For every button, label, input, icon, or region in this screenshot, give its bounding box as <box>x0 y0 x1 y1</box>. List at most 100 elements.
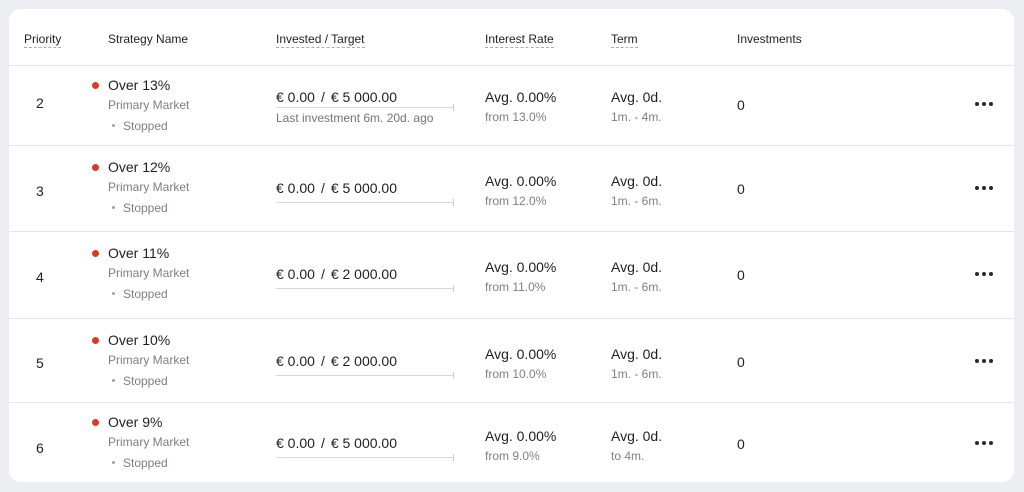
strategy-name[interactable]: Over 9% <box>108 414 162 430</box>
term-avg: Avg. 0d. <box>611 259 663 275</box>
invested-target: € 0.00 / € 5 000.00 <box>276 180 397 196</box>
strategy-market: Primary Market <box>108 266 190 280</box>
interest-rate-avg: Avg. 0.00% <box>485 346 557 362</box>
status-dot <box>92 164 99 171</box>
interest-rate-from: from 10.0% <box>485 367 547 381</box>
interest-rate-avg: Avg. 0.00% <box>485 259 557 275</box>
strategy-status: Stopped <box>112 287 168 301</box>
invested-amount: € 0.00 <box>276 180 315 196</box>
table-row[interactable]: 4 Over 11% Primary Market Stopped € 0.00… <box>9 232 1014 319</box>
strategy-status: Stopped <box>112 201 168 215</box>
column-header-interest-rate[interactable]: Interest Rate <box>485 32 554 48</box>
strategy-status: Stopped <box>112 119 168 133</box>
interest-rate-avg: Avg. 0.00% <box>485 89 557 105</box>
investments-count: 0 <box>737 354 745 370</box>
term-range: 1m. - 6m. <box>611 280 662 294</box>
column-header-term[interactable]: Term <box>611 32 638 48</box>
investments-count: 0 <box>737 267 745 283</box>
investments-count: 0 <box>737 97 745 113</box>
table-row[interactable]: 3 Over 12% Primary Market Stopped € 0.00… <box>9 146 1014 232</box>
status-text: Stopped <box>123 287 168 301</box>
strategy-status: Stopped <box>112 456 168 470</box>
term-avg: Avg. 0d. <box>611 428 663 444</box>
column-header-investments: Investments <box>737 32 802 46</box>
invested-target: € 0.00 / € 2 000.00 <box>276 353 397 369</box>
priority-value: 2 <box>36 95 44 111</box>
status-dot <box>92 250 99 257</box>
priority-value: 3 <box>36 183 44 199</box>
term-range: to 4m. <box>611 449 645 463</box>
column-header-invested-target[interactable]: Invested / Target <box>276 32 365 48</box>
status-text: Stopped <box>123 374 168 388</box>
strategy-status: Stopped <box>112 374 168 388</box>
amount-separator: / <box>320 89 325 105</box>
status-bullet <box>112 292 115 296</box>
amount-separator: / <box>320 435 325 451</box>
interest-rate-from: from 13.0% <box>485 110 547 124</box>
term-range: 1m. - 4m. <box>611 110 662 124</box>
status-text: Stopped <box>123 119 168 133</box>
strategy-name[interactable]: Over 12% <box>108 159 170 175</box>
target-amount: € 5 000.00 <box>330 180 397 196</box>
column-header-priority[interactable]: Priority <box>24 32 62 48</box>
term-avg: Avg. 0d. <box>611 89 663 105</box>
interest-rate-from: from 11.0% <box>485 280 546 294</box>
invested-target: € 0.00 / € 5 000.00 <box>276 89 397 105</box>
strategy-market: Primary Market <box>108 180 190 194</box>
table-header: Priority Strategy Name Invested / Target… <box>9 9 1014 66</box>
term-range: 1m. - 6m. <box>611 367 662 381</box>
progress-bar <box>276 454 454 461</box>
invested-amount: € 0.00 <box>276 266 315 282</box>
strategy-market: Primary Market <box>108 98 190 112</box>
priority-value: 4 <box>36 269 44 285</box>
invested-target: € 0.00 / € 5 000.00 <box>276 435 397 451</box>
status-bullet <box>112 124 115 128</box>
amount-separator: / <box>320 353 325 369</box>
target-amount: € 2 000.00 <box>330 353 397 369</box>
status-bullet <box>112 206 115 210</box>
strategy-market: Primary Market <box>108 353 190 367</box>
more-horizontal-icon[interactable] <box>975 268 995 280</box>
investments-count: 0 <box>737 181 745 197</box>
invested-amount: € 0.00 <box>276 353 315 369</box>
more-horizontal-icon[interactable] <box>975 437 995 449</box>
status-text: Stopped <box>123 201 168 215</box>
strategy-market: Primary Market <box>108 435 190 449</box>
more-horizontal-icon[interactable] <box>975 98 995 110</box>
interest-rate-avg: Avg. 0.00% <box>485 173 557 189</box>
term-avg: Avg. 0d. <box>611 173 663 189</box>
amount-separator: / <box>320 180 325 196</box>
status-dot <box>92 82 99 89</box>
strategy-name[interactable]: Over 11% <box>108 245 169 261</box>
strategy-name[interactable]: Over 10% <box>108 332 170 348</box>
interest-rate-from: from 9.0% <box>485 449 540 463</box>
status-bullet <box>112 461 115 465</box>
progress-bar <box>276 104 454 111</box>
interest-rate-from: from 12.0% <box>485 194 547 208</box>
interest-rate-avg: Avg. 0.00% <box>485 428 557 444</box>
investments-count: 0 <box>737 436 745 452</box>
column-header-strategy-name: Strategy Name <box>108 32 189 46</box>
priority-value: 6 <box>36 440 44 456</box>
term-avg: Avg. 0d. <box>611 346 663 362</box>
strategy-name[interactable]: Over 13% <box>108 77 170 93</box>
more-horizontal-icon[interactable] <box>975 355 995 367</box>
status-dot <box>92 419 99 426</box>
target-amount: € 2 000.00 <box>330 266 397 282</box>
invested-target: € 0.00 / € 2 000.00 <box>276 266 397 282</box>
priority-value: 5 <box>36 355 44 371</box>
target-amount: € 5 000.00 <box>330 89 397 105</box>
target-amount: € 5 000.00 <box>330 435 397 451</box>
table-row[interactable]: 6 Over 9% Primary Market Stopped € 0.00 /… <box>9 403 1014 482</box>
more-horizontal-icon[interactable] <box>975 182 995 194</box>
status-text: Stopped <box>123 456 168 470</box>
progress-bar <box>276 372 454 379</box>
table-row[interactable]: 5 Over 10% Primary Market Stopped € 0.00… <box>9 319 1014 403</box>
strategies-table: Priority Strategy Name Invested / Target… <box>9 9 1014 482</box>
term-range: 1m. - 6m. <box>611 194 662 208</box>
table-row[interactable]: 2 Over 13% Primary Market Stopped € 0.00… <box>9 66 1014 146</box>
status-dot <box>92 337 99 344</box>
last-investment: Last investment 6m. 20d. ago <box>276 111 434 125</box>
progress-bar <box>276 285 454 292</box>
invested-amount: € 0.00 <box>276 89 315 105</box>
